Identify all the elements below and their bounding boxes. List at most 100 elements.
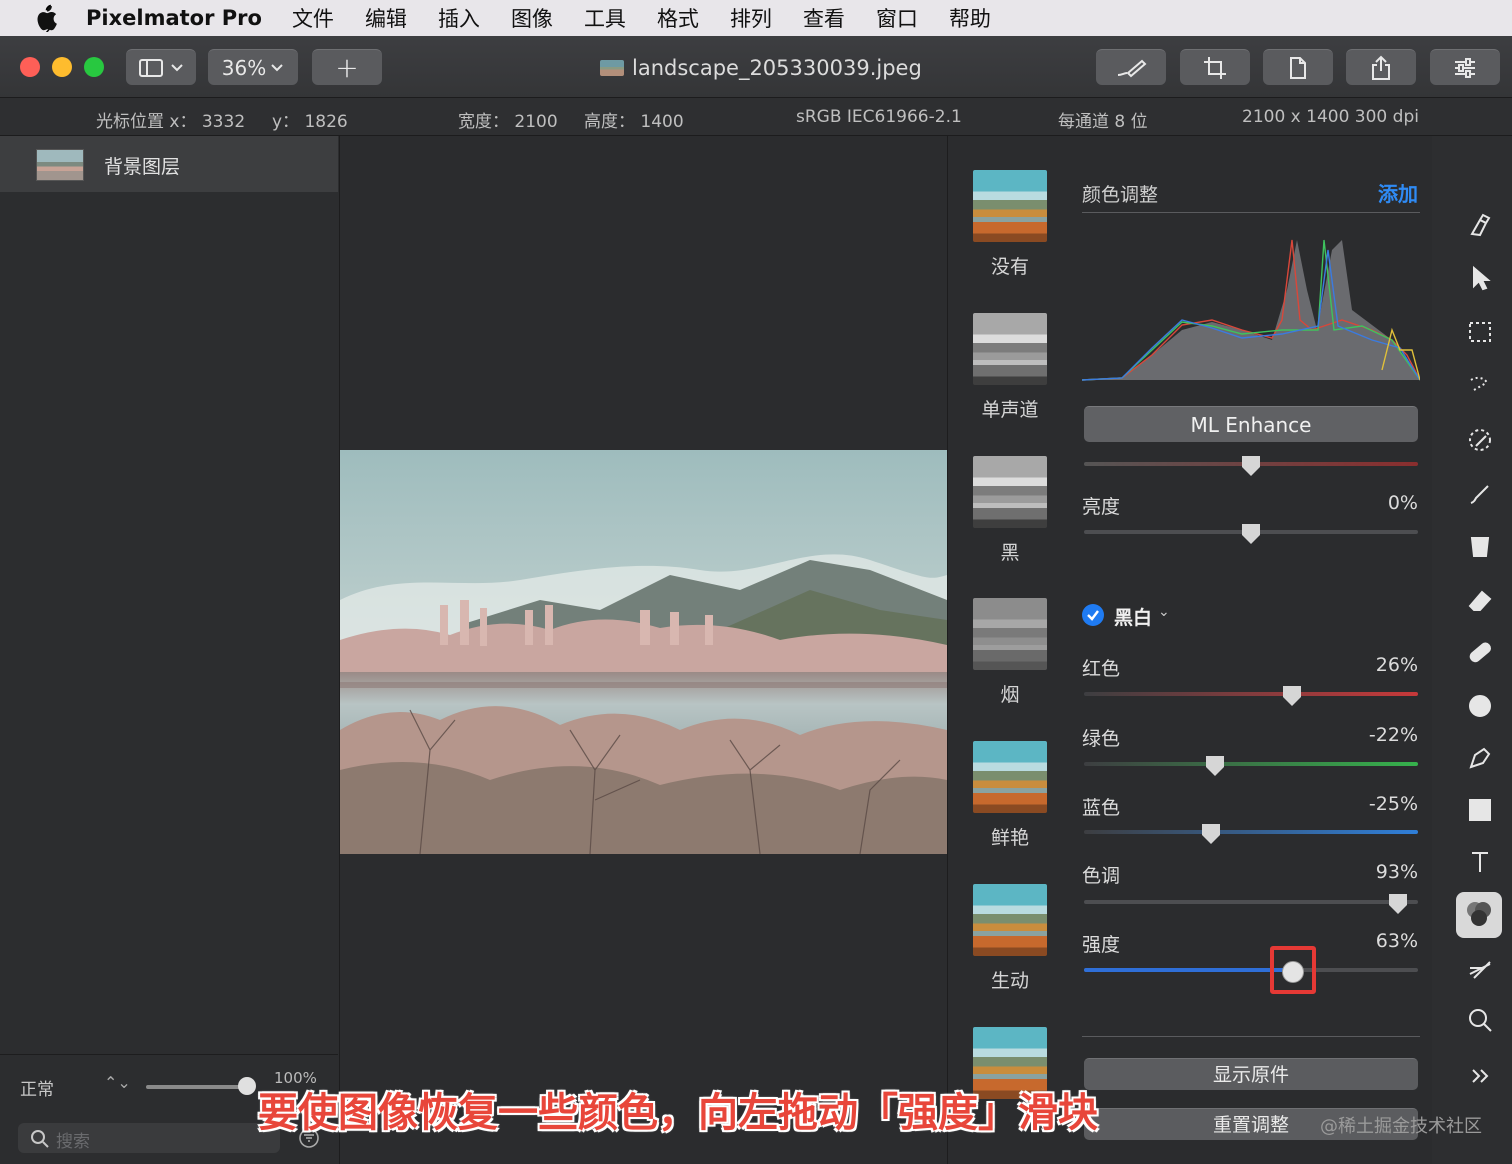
select-tool[interactable]	[1466, 264, 1494, 292]
red-slider-knob[interactable]	[1283, 686, 1301, 706]
ml-enhance-slider-knob[interactable]	[1242, 456, 1260, 476]
hand-icon	[1470, 213, 1491, 237]
preset-mono[interactable]: 单声道	[973, 313, 1047, 422]
menu-insert[interactable]: 插入	[438, 3, 480, 33]
preset-lively[interactable]: 生动	[973, 884, 1047, 993]
adjustments-toggle-button[interactable]	[1430, 49, 1500, 85]
pen-tool[interactable]	[1466, 744, 1494, 772]
add-adjustment-button[interactable]: 添加	[1378, 178, 1418, 207]
magic-wand-icon	[1470, 376, 1488, 391]
green-slider-track[interactable]	[1084, 762, 1418, 766]
sidebar-toggle-button[interactable]	[126, 49, 196, 85]
type-tool[interactable]	[1466, 848, 1494, 876]
tutorial-caption: 要使图像恢复一些颜色，向左拖动「强度」滑块	[258, 1090, 1098, 1136]
opacity-slider-track[interactable]	[146, 1085, 246, 1089]
plus-icon: +	[335, 51, 359, 84]
up-down-arrows-icon[interactable]: ⌃⌄	[104, 1073, 131, 1092]
menu-arrange[interactable]: 排列	[730, 3, 772, 33]
crop-button[interactable]	[1180, 49, 1250, 85]
zoom-window-button[interactable]	[84, 57, 104, 77]
cursor-y-readout: y： 1826	[272, 112, 348, 132]
preset-label: 黑	[1000, 542, 1020, 564]
blue-slider-track[interactable]	[1084, 830, 1418, 834]
bw-enabled-checkbox[interactable]	[1082, 604, 1104, 626]
quick-select-tool[interactable]	[1466, 372, 1494, 400]
menu-format[interactable]: 格式	[657, 3, 699, 33]
zoom-select[interactable]: 36%	[208, 49, 298, 85]
shape-tool[interactable]	[1466, 796, 1494, 824]
preset-label: 生动	[990, 970, 1029, 992]
effects-tool[interactable]	[1466, 954, 1494, 982]
paint-bucket-icon	[1470, 537, 1490, 557]
chevron-down-icon[interactable]: ⌄	[1158, 604, 1170, 620]
preset-label: 没有	[990, 256, 1029, 278]
opacity-slider-knob[interactable]	[238, 1077, 256, 1095]
bandage-icon	[1469, 642, 1492, 663]
rect-select-tool[interactable]	[1466, 318, 1494, 346]
pen-nib-icon	[1469, 747, 1491, 769]
blue-slider-knob[interactable]	[1202, 824, 1220, 844]
minimize-window-button[interactable]	[52, 57, 72, 77]
menu-window[interactable]: 窗口	[876, 3, 918, 33]
preset-smoke[interactable]: 烟	[973, 598, 1047, 707]
tools-strip	[1432, 136, 1512, 1164]
fill-tool[interactable]	[1466, 532, 1494, 560]
red-label: 红色	[1082, 658, 1121, 680]
ml-enhance-button[interactable]: ML Enhance	[1084, 406, 1418, 442]
zoom-tool[interactable]	[1466, 1006, 1494, 1034]
sidebar-icon	[139, 58, 163, 77]
green-slider-knob[interactable]	[1206, 756, 1224, 776]
landscape-photo[interactable]	[340, 450, 947, 854]
preset-thumbnail	[973, 313, 1047, 385]
intensity-value: 63%	[1375, 930, 1418, 952]
info-bar: 光标位置 x： 3332 y： 1826 宽度： 2100 高度： 1400 s…	[0, 98, 1512, 136]
hue-label: 色调	[1082, 865, 1121, 887]
blend-mode-select[interactable]: 正常	[20, 1075, 54, 1100]
watermark: @稀土掘金技术社区	[1320, 1116, 1482, 1137]
bw-adjustment-label[interactable]: 黑白	[1114, 603, 1152, 630]
red-slider-track[interactable]	[1084, 692, 1418, 696]
brightness-slider-knob[interactable]	[1242, 524, 1260, 544]
menu-bar: Pixelmator Pro 文件 编辑 插入 图像 工具 格式 排列 查看 窗…	[0, 0, 1512, 36]
paint-tool[interactable]	[1466, 480, 1494, 508]
format-button[interactable]	[1263, 49, 1333, 85]
arrange-tool[interactable]	[1466, 212, 1494, 240]
hue-value: 93%	[1375, 861, 1418, 883]
menu-view[interactable]: 查看	[803, 3, 845, 33]
panel-title: 颜色调整	[1082, 184, 1159, 206]
green-value: -22%	[1368, 724, 1418, 746]
close-window-button[interactable]	[20, 57, 40, 77]
presets-column: 没有 单声道 黑 烟 鲜艳 生动	[949, 136, 1071, 1164]
eyedropper-icon	[1469, 429, 1491, 451]
menu-help[interactable]: 帮助	[949, 3, 991, 33]
add-button[interactable]: +	[312, 49, 382, 85]
retouch-tool[interactable]	[1466, 638, 1494, 666]
app-name-menu[interactable]: Pixelmator Pro	[86, 6, 262, 30]
show-original-button[interactable]: 显示原件	[1084, 1058, 1418, 1090]
hue-slider-track[interactable]	[1084, 900, 1418, 904]
apple-icon[interactable]	[32, 4, 58, 32]
preset-vivid[interactable]: 鲜艳	[973, 741, 1047, 850]
distort-tool[interactable]	[1466, 692, 1494, 720]
share-icon	[1372, 55, 1390, 80]
hue-slider-knob[interactable]	[1389, 894, 1407, 914]
color-adjust-tool[interactable]	[1456, 892, 1502, 938]
layer-row[interactable]: 背景图层	[0, 136, 338, 192]
menu-image[interactable]: 图像	[511, 3, 553, 33]
more-tools-button[interactable]	[1466, 1062, 1494, 1090]
color-picker-tool[interactable]	[1466, 426, 1494, 454]
erase-tool[interactable]	[1466, 586, 1494, 614]
highlight-box	[1270, 946, 1316, 994]
blue-value: -25%	[1368, 793, 1418, 815]
menu-file[interactable]: 文件	[292, 3, 334, 33]
share-button[interactable]	[1346, 49, 1416, 85]
menu-tools[interactable]: 工具	[584, 3, 626, 33]
menu-edit[interactable]: 编辑	[365, 3, 407, 33]
sparkle-icon	[1469, 961, 1491, 979]
preset-none[interactable]: 没有	[973, 170, 1047, 279]
layer-search-input[interactable]: 搜索	[18, 1123, 280, 1153]
layers-panel: 背景图层 正常 ⌃⌄ 100% 搜索	[0, 136, 340, 1164]
retouch-button[interactable]	[1096, 49, 1166, 85]
preset-black[interactable]: 黑	[973, 456, 1047, 565]
chevron-down-icon	[171, 63, 183, 71]
